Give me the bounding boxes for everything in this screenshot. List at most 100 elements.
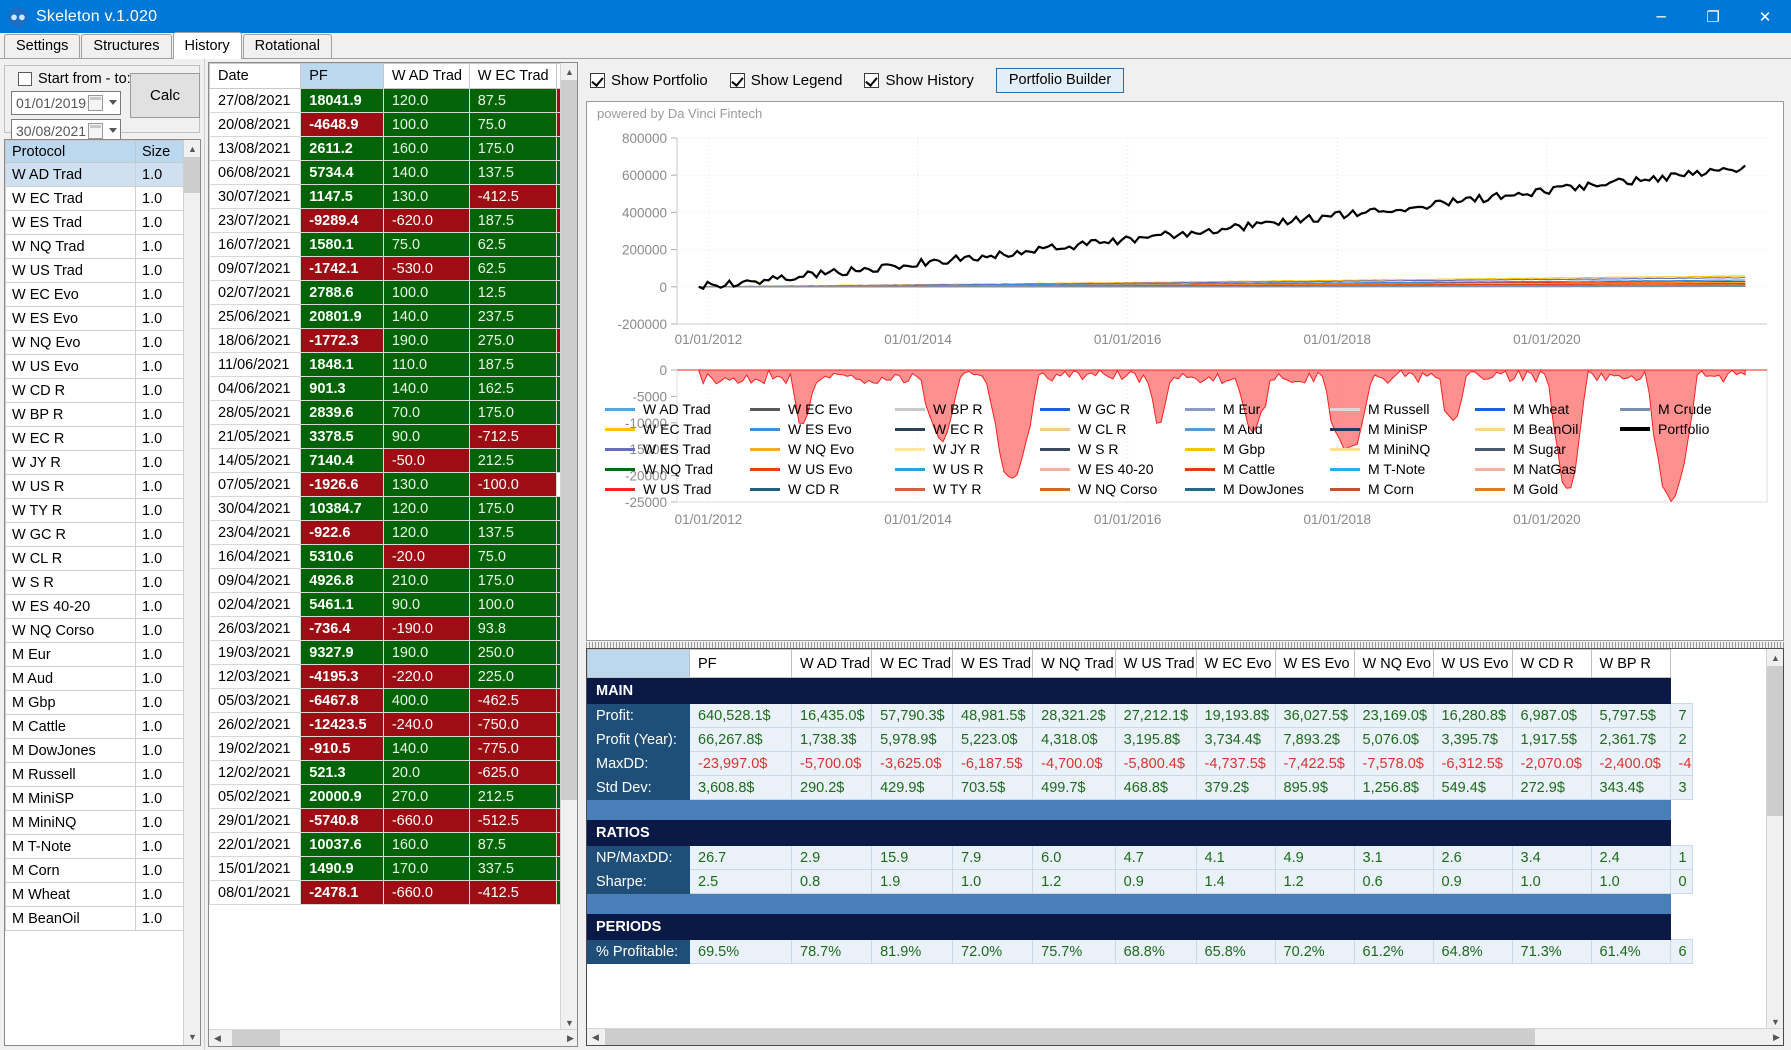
size-column-header[interactable]: Size xyxy=(135,140,184,163)
legend-item[interactable]: Portfolio xyxy=(1620,420,1765,438)
history-row[interactable]: 19/02/2021-910.5140.0-775.0425.0 xyxy=(209,736,577,761)
legend-item[interactable]: M Gold xyxy=(1475,480,1620,498)
portfolio-builder-button[interactable]: Portfolio Builder xyxy=(995,67,1125,93)
close-button[interactable]: ✕ xyxy=(1739,0,1791,33)
legend-item[interactable]: M MiniNQ xyxy=(1330,440,1475,458)
history-row[interactable]: 21/05/20213378.590.0-712.5625.0 xyxy=(209,424,577,449)
tab-structures[interactable]: Structures xyxy=(81,34,172,58)
protocol-row[interactable]: W S R 1.0 xyxy=(5,570,184,595)
protocol-row[interactable]: W CL R 1.0 xyxy=(5,546,184,571)
protocol-row[interactable]: M Wheat 1.0 xyxy=(5,882,184,907)
legend-item[interactable]: M MiniSP xyxy=(1330,420,1475,438)
protocol-column-header[interactable]: Protocol xyxy=(5,140,136,163)
protocol-row[interactable]: W NQ Trad 1.0 xyxy=(5,234,184,259)
history-row[interactable]: 30/07/20211147.5130.0-412.5487.5 xyxy=(209,184,577,209)
history-row[interactable]: 18/06/2021-1772.3190.0275.0-1370.0 xyxy=(209,328,577,353)
legend-item[interactable]: M Gbp xyxy=(1185,440,1330,458)
stats-column-header[interactable]: PF xyxy=(689,649,792,678)
legend-item[interactable]: M NatGas xyxy=(1475,460,1620,478)
protocol-row[interactable]: W US Evo 1.0 xyxy=(5,354,184,379)
history-row[interactable]: 23/04/2021-922.6120.0137.5700.0 xyxy=(209,520,577,545)
history-row[interactable]: 07/05/2021-1926.6130.0-100.00.0 xyxy=(209,472,577,497)
scrollbar-thumb[interactable] xyxy=(1767,666,1783,816)
protocol-row[interactable]: W NQ Corso 1.0 xyxy=(5,618,184,643)
stats-row[interactable]: Profit (Year): 66,267.8$ 1,738.3$ 5,978.9$ 5… xyxy=(587,727,1694,752)
protocol-row[interactable]: M Cattle 1.0 xyxy=(5,714,184,739)
protocol-scrollbar[interactable]: ▲ ▼ xyxy=(183,140,200,1045)
stats-column-header[interactable]: W US Trad xyxy=(1114,649,1197,678)
protocol-row[interactable]: W CD R 1.0 xyxy=(5,378,184,403)
legend-item[interactable]: W CD R xyxy=(750,480,895,498)
minimize-button[interactable]: ─ xyxy=(1635,0,1687,33)
history-row[interactable]: 20/08/2021-4648.9100.075.0-1237.5 xyxy=(209,112,577,137)
scrollbar-thumb[interactable] xyxy=(605,1029,1535,1045)
protocol-row[interactable]: M DowJones 1.0 xyxy=(5,738,184,763)
protocol-row[interactable]: W ES 40-20 1.0 xyxy=(5,594,184,619)
stats-column-header[interactable]: W EC Evo xyxy=(1195,649,1276,678)
protocol-row[interactable]: W AD Trad 1.0 xyxy=(5,162,184,187)
stats-row[interactable]: MaxDD: -23,997.0$ -5,700.0$ -3,625.0$ -6,187… xyxy=(587,751,1694,776)
history-column-header[interactable]: W AD Trad xyxy=(382,63,470,89)
protocol-row[interactable]: M Corn 1.0 xyxy=(5,858,184,883)
history-column-header[interactable]: Date xyxy=(209,63,302,89)
protocol-row[interactable]: W NQ Evo 1.0 xyxy=(5,330,184,355)
protocol-row[interactable]: W TY R 1.0 xyxy=(5,498,184,523)
chart-panel[interactable]: powered by Da Vinci Fintech -200000 0 2000… xyxy=(586,101,1784,641)
legend-item[interactable]: W EC Evo xyxy=(750,400,895,418)
protocol-row[interactable]: M Gbp 1.0 xyxy=(5,690,184,715)
history-row[interactable]: 29/01/2021-5740.8-660.0-512.5-2837.5 xyxy=(209,808,577,833)
scroll-up-icon[interactable]: ▲ xyxy=(561,63,577,80)
legend-item[interactable]: M T-Note xyxy=(1330,460,1475,478)
history-row[interactable]: 09/07/2021-1742.1-530.062.5212.5 xyxy=(209,256,577,281)
history-row[interactable]: 02/07/20212788.6100.012.5275.0 xyxy=(209,280,577,305)
scrollbar-thumb[interactable] xyxy=(184,157,200,193)
scroll-down-icon[interactable]: ▼ xyxy=(184,1028,200,1045)
chevron-down-icon[interactable] xyxy=(109,128,117,133)
statistics-table[interactable]: PF W AD Trad W EC Trad W ES Trad W NQ Trad W … xyxy=(587,649,1694,964)
legend-item[interactable]: M Sugar xyxy=(1475,440,1620,458)
history-row[interactable]: 15/01/20211490.9170.0337.5800.0 xyxy=(209,856,577,881)
history-row[interactable]: 28/05/20212839.670.0175.0612.5 xyxy=(209,400,577,425)
history-row[interactable]: 16/04/20215310.6-20.075.0625.0 xyxy=(209,544,577,569)
protocol-row[interactable]: W GC R 1.0 xyxy=(5,522,184,547)
legend-item[interactable]: W TY R xyxy=(895,480,1040,498)
stats-column-header[interactable]: W US Evo xyxy=(1432,649,1513,678)
legend-item[interactable]: W ES 40-20 xyxy=(1040,460,1185,478)
stats-column-header[interactable]: W ES Evo xyxy=(1274,649,1355,678)
stats-column-header[interactable]: W CD R xyxy=(1511,649,1592,678)
scroll-right-icon[interactable]: ▶ xyxy=(562,1030,577,1046)
history-row[interactable]: 23/07/2021-9289.4-620.0187.5-150.0 xyxy=(209,208,577,233)
legend-item[interactable]: M BeanOil xyxy=(1475,420,1620,438)
scroll-up-icon[interactable]: ▲ xyxy=(1767,649,1783,666)
protocol-row[interactable]: M MiniSP 1.0 xyxy=(5,786,184,811)
history-row[interactable]: 25/06/202120801.9140.0237.51550.0 xyxy=(209,304,577,329)
scrollbar-thumb[interactable] xyxy=(561,80,577,800)
stats-column-header[interactable]: W BP R xyxy=(1590,649,1671,678)
history-row[interactable]: 30/04/202110384.7120.0175.01050.0 xyxy=(209,496,577,521)
history-column-header[interactable]: PF xyxy=(300,63,384,89)
legend-item[interactable]: M Crude xyxy=(1620,400,1765,418)
stats-column-header[interactable]: W AD Trad xyxy=(790,649,873,678)
protocol-row[interactable]: M MiniNQ 1.0 xyxy=(5,810,184,835)
checkbox-checked-icon[interactable] xyxy=(864,72,880,88)
stats-column-header[interactable]: W EC Trad xyxy=(871,649,954,678)
history-row[interactable]: 27/08/202118041.9120.087.5-187.5 xyxy=(209,88,577,113)
legend-item[interactable]: W GC R xyxy=(1040,400,1185,418)
history-row[interactable]: 12/03/2021-4195.3-220.0225.01412.5 xyxy=(209,664,577,689)
history-row[interactable]: 22/01/202110037.6160.087.5-275.0 xyxy=(209,832,577,857)
history-row[interactable]: 09/04/20214926.8210.0175.0750.0 xyxy=(209,568,577,593)
legend-item[interactable]: W NQ Corso xyxy=(1040,480,1185,498)
scroll-left-icon[interactable]: ◀ xyxy=(587,1029,604,1045)
stats-row[interactable]: Profit: 640,528.1$ 16,435.0$ 57,790.3$ 48,98… xyxy=(587,703,1694,728)
stats-row[interactable]: Sharpe: 2.5 0.8 1.9 1.0 1.2 0.9 1.4 1.2 0.6 0.9 1.0… xyxy=(587,869,1694,894)
history-row[interactable]: 11/06/20211848.1110.0187.5737.5 xyxy=(209,352,577,377)
protocol-row[interactable]: M Aud 1.0 xyxy=(5,666,184,691)
history-row[interactable]: 06/08/20215734.4140.0137.5625.0 xyxy=(209,160,577,185)
calc-button[interactable]: Calc xyxy=(130,73,200,118)
statistics-horizontal-scrollbar[interactable]: ◀ ▶ xyxy=(587,1028,1783,1045)
legend-item[interactable]: W ES Trad xyxy=(605,440,750,458)
tab-rotational[interactable]: Rotational xyxy=(242,34,332,58)
tab-settings[interactable]: Settings xyxy=(4,34,81,58)
legend-item[interactable]: M Cattle xyxy=(1185,460,1330,478)
protocol-row[interactable]: W ES Evo 1.0 xyxy=(5,306,184,331)
